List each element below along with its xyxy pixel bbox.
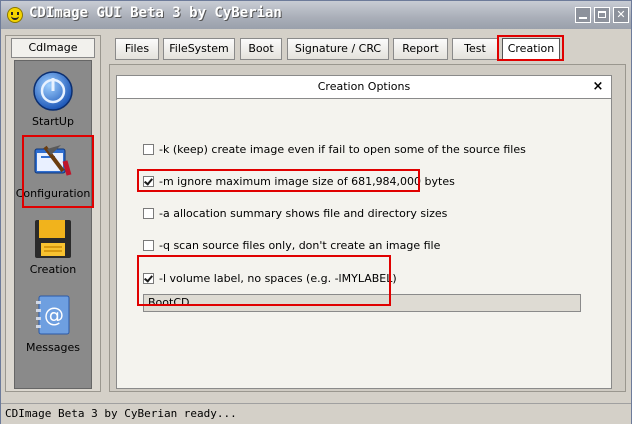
tab-creation[interactable]: Creation [502, 38, 560, 60]
sidebar-header[interactable]: CdImage [11, 38, 95, 58]
tab-files[interactable]: Files [115, 38, 159, 60]
checkbox-keep[interactable] [143, 143, 154, 155]
sidebar-item-label: Messages [26, 341, 80, 354]
title-bar[interactable]: CDImage GUI Beta 3 by CyBerian ✕ [1, 1, 631, 29]
sidebar: CdImage StartUp Configuration Creation @… [5, 35, 101, 392]
panel-title-text: Creation Options [317, 80, 411, 93]
volume-label-input[interactable]: BootCD [143, 294, 581, 312]
sidebar-item-configuration[interactable]: Configuration [15, 139, 91, 205]
status-bar: CDImage Beta 3 by CyBerian ready... [1, 403, 631, 424]
option-label: -q scan source files only, don't create … [159, 238, 441, 252]
sidebar-item-startup[interactable]: StartUp [15, 69, 91, 131]
checkbox-scan-only[interactable] [143, 239, 154, 251]
option-label: -l volume label, no spaces (e.g. -lMYLAB… [159, 271, 397, 285]
address-book-icon: @ [36, 295, 70, 335]
checkbox-allocation-summary[interactable] [143, 207, 154, 219]
sidebar-item-label: StartUp [32, 115, 74, 128]
sidebar-item-label: Configuration [15, 187, 91, 200]
option-keep[interactable]: -k (keep) create image even if fail to o… [143, 141, 526, 157]
tools-icon [34, 145, 72, 176]
minimize-button[interactable] [575, 7, 591, 23]
sidebar-list: StartUp Configuration Creation @ Message… [14, 60, 92, 389]
tab-signature-crc[interactable]: Signature / CRC [287, 38, 389, 60]
checkbox-volume-label[interactable] [143, 272, 154, 284]
panel-title: Creation Options × [117, 76, 611, 99]
smiley-app-icon [7, 7, 23, 23]
option-volume-label[interactable]: -l volume label, no spaces (e.g. -lMYLAB… [143, 270, 397, 286]
tab-boot[interactable]: Boot [240, 38, 282, 60]
option-allocation-summary[interactable]: -a allocation summary shows file and dir… [143, 205, 447, 221]
svg-text:@: @ [44, 303, 64, 327]
option-label: -a allocation summary shows file and dir… [159, 206, 448, 220]
close-window-button[interactable]: ✕ [613, 7, 629, 23]
option-scan-only[interactable]: -q scan source files only, don't create … [143, 237, 440, 253]
sidebar-item-creation[interactable]: Creation [15, 217, 91, 279]
tab-report[interactable]: Report [393, 38, 448, 60]
checkbox-ignore-max-size[interactable] [143, 175, 154, 187]
options-body: -k (keep) create image even if fail to o… [117, 99, 611, 388]
window-title: CDImage GUI Beta 3 by CyBerian [29, 5, 282, 21]
option-label: -k (keep) create image even if fail to o… [159, 142, 526, 156]
sidebar-item-messages[interactable]: @ Messages [15, 293, 91, 355]
maximize-button[interactable] [594, 7, 610, 23]
option-ignore-max-size[interactable]: -m ignore maximum image size of 681,984,… [143, 173, 455, 189]
main-window: CDImage GUI Beta 3 by CyBerian ✕ CdImage… [0, 0, 632, 424]
floppy-disk-icon [35, 220, 71, 258]
sidebar-item-label: Creation [29, 263, 77, 276]
option-label: -m ignore maximum image size of 681,984,… [159, 174, 455, 188]
creation-options-panel: Creation Options × -k (keep) create imag… [116, 75, 612, 389]
power-icon [33, 71, 73, 111]
tab-test[interactable]: Test [452, 38, 498, 60]
tab-filesystem[interactable]: FileSystem [163, 38, 235, 60]
status-text: CDImage Beta 3 by CyBerian ready... [5, 407, 237, 420]
tab-panel: Creation Options × -k (keep) create imag… [109, 64, 626, 392]
close-icon[interactable]: × [591, 80, 605, 94]
